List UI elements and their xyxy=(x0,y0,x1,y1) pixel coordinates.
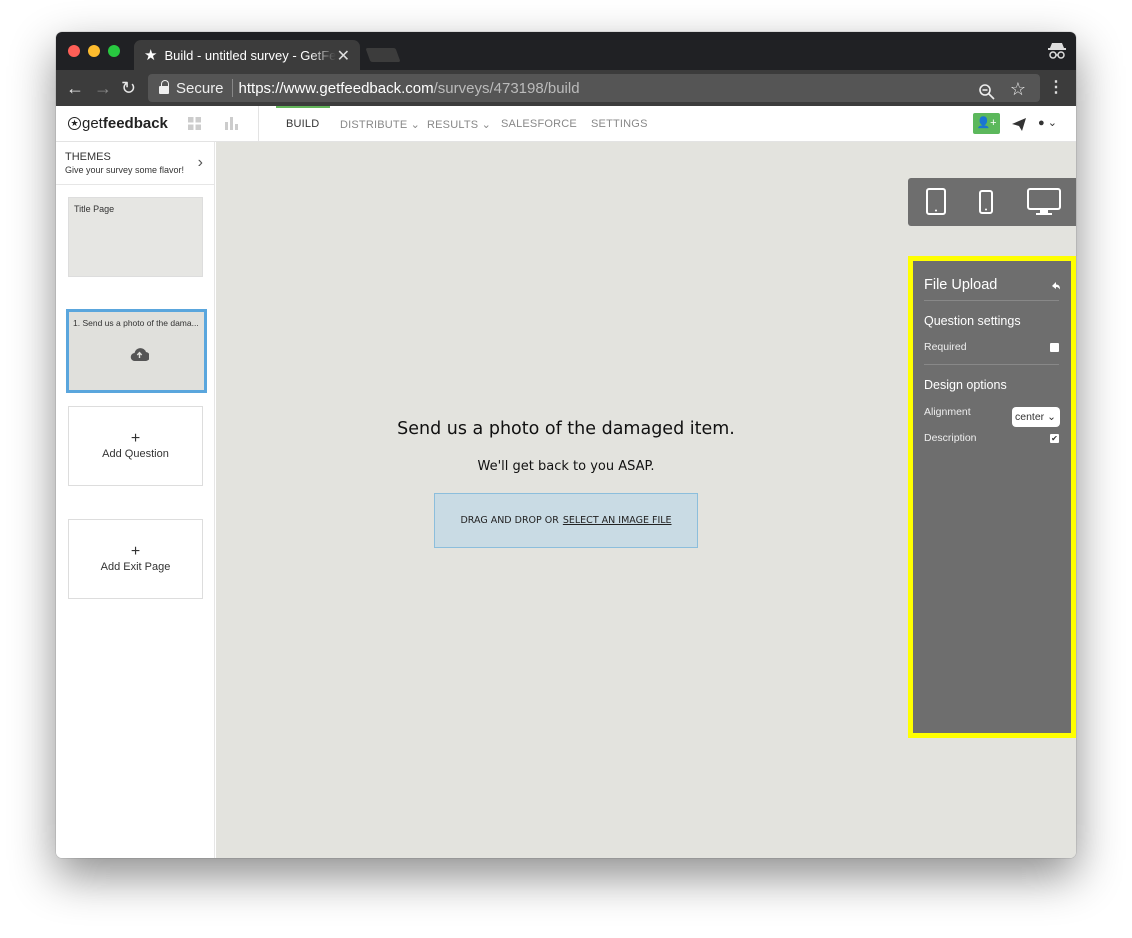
nav-distribute-label: DISTRIBUTE xyxy=(340,119,408,131)
question-settings-heading: Question settings xyxy=(924,314,1021,328)
top-nav: ★ get feedback BUILD DISTRIBUTE ⌄ RESULTS … xyxy=(56,106,1076,142)
nav-divider xyxy=(258,106,259,142)
chevron-down-icon: ⌄ xyxy=(410,119,421,131)
chevron-down-icon: ⌄ xyxy=(1047,117,1057,129)
send-icon[interactable] xyxy=(1011,116,1027,132)
divider xyxy=(924,300,1059,301)
add-user-button[interactable]: 👤+ xyxy=(973,113,1000,134)
nav-distribute[interactable]: DISTRIBUTE ⌄ xyxy=(340,118,420,131)
alignment-value: center xyxy=(1015,411,1045,423)
description-label: Description xyxy=(924,432,977,444)
logo-prefix: get xyxy=(82,115,103,132)
themes-title: THEMES xyxy=(65,151,111,163)
incognito-icon xyxy=(1048,43,1066,59)
back-arrow-icon[interactable] xyxy=(1051,281,1061,291)
divider xyxy=(924,364,1059,365)
getfeedback-logo[interactable]: ★ get feedback xyxy=(68,115,168,132)
file-drop-zone[interactable]: DRAG AND DROP OR SELECT AN IMAGE FILE xyxy=(434,493,698,548)
alignment-select[interactable]: center ⌄ xyxy=(1012,407,1060,427)
reload-icon[interactable]: ↻ xyxy=(121,79,136,97)
nav-salesforce[interactable]: SALESFORCE xyxy=(501,118,577,130)
add-exit-page-label: Add Exit Page xyxy=(100,561,171,573)
question-card-1[interactable]: 1. Send us a photo of the dama... xyxy=(66,309,207,393)
user-icon: ● xyxy=(1038,117,1045,129)
design-options-heading: Design options xyxy=(924,378,1007,392)
lock-icon xyxy=(159,80,169,94)
tab-bar: ★ Build - untitled survey - GetFeedback … xyxy=(56,32,1076,70)
close-tab-icon[interactable]: ✕ xyxy=(337,46,350,66)
panel-title: File Upload xyxy=(924,277,998,293)
nav-settings[interactable]: SETTINGS xyxy=(591,118,648,130)
nav-results-label: RESULTS xyxy=(427,119,479,131)
add-user-icon: 👤+ xyxy=(976,117,997,129)
question-description[interactable]: We'll get back to you ASAP. xyxy=(216,459,916,474)
title-page-card[interactable]: Title Page xyxy=(68,197,203,277)
browser-window: ★ Build - untitled survey - GetFeedback … xyxy=(56,32,1076,858)
secure-label: Secure xyxy=(176,79,224,97)
required-label: Required xyxy=(924,341,967,353)
logo-bold: feedback xyxy=(102,115,168,132)
device-preview-bar xyxy=(908,178,1076,226)
url-path: /surveys/473198/build xyxy=(433,79,580,97)
bar-chart-icon[interactable] xyxy=(225,117,238,130)
address-bar-row: ← → ↻ Secure https://www.getfeedback.com… xyxy=(56,70,1076,106)
cloud-upload-icon xyxy=(130,348,149,361)
zoom-icon[interactable] xyxy=(978,83,996,101)
new-tab-button[interactable] xyxy=(365,48,401,62)
url-separator xyxy=(231,79,233,97)
add-question-label: Add Question xyxy=(102,448,169,460)
checkmark-icon: ✔ xyxy=(1051,434,1058,443)
url-field[interactable]: Secure https://www.getfeedback.com/surve… xyxy=(148,74,1040,102)
title-page-label: Title Page xyxy=(74,204,115,214)
forward-arrow-icon[interactable]: → xyxy=(94,79,112,97)
question-title[interactable]: Send us a photo of the damaged item. xyxy=(216,419,916,439)
select-image-link[interactable]: SELECT AN IMAGE FILE xyxy=(563,515,672,526)
close-window-button[interactable] xyxy=(68,45,80,57)
sidebar: THEMES Give your survey some flavor! › T… xyxy=(56,142,215,858)
grid-icon[interactable] xyxy=(188,117,201,130)
themes-link[interactable]: THEMES Give your survey some flavor! › xyxy=(56,142,215,185)
maximize-window-button[interactable] xyxy=(108,45,120,57)
user-menu[interactable]: ● ⌄ xyxy=(1038,116,1057,129)
desktop-icon[interactable] xyxy=(1027,188,1061,216)
app: ★ get feedback BUILD DISTRIBUTE ⌄ RESULTS … xyxy=(56,106,1076,858)
back-arrow-icon[interactable]: ← xyxy=(66,79,84,97)
url-host: https://www.getfeedback.com xyxy=(238,79,434,97)
themes-subtitle: Give your survey some flavor! xyxy=(65,165,185,175)
alignment-label: Alignment xyxy=(924,406,971,418)
tablet-icon[interactable] xyxy=(926,188,946,215)
chevron-right-icon: › xyxy=(197,154,203,171)
chevron-down-icon: ⌄ xyxy=(1047,411,1056,423)
tab-title: Build - untitled survey - GetFeedback xyxy=(164,47,337,63)
phone-icon[interactable] xyxy=(979,190,993,214)
description-checkbox[interactable]: ✔ xyxy=(1050,434,1059,443)
nav-results[interactable]: RESULTS ⌄ xyxy=(427,118,491,131)
logo-star-icon: ★ xyxy=(68,117,81,130)
minimize-window-button[interactable] xyxy=(88,45,100,57)
nav-build[interactable]: BUILD xyxy=(286,118,319,130)
browser-menu-icon[interactable]: ⋮ xyxy=(1048,79,1064,97)
bookmark-star-icon[interactable]: ☆ xyxy=(1010,79,1026,100)
active-tab-indicator xyxy=(276,106,330,108)
star-favicon-icon: ★ xyxy=(144,47,158,64)
browser-tab[interactable]: ★ Build - untitled survey - GetFeedback … xyxy=(134,40,360,70)
question-card-label: 1. Send us a photo of the dama... xyxy=(73,318,199,328)
required-checkbox[interactable] xyxy=(1050,343,1059,352)
add-exit-page-button[interactable]: + Add Exit Page xyxy=(68,519,203,599)
plus-icon: + xyxy=(130,430,141,447)
file-upload-settings-panel: File Upload Question settings Required D… xyxy=(908,256,1076,738)
chevron-down-icon: ⌄ xyxy=(481,119,492,131)
drop-text: DRAG AND DROP OR xyxy=(460,515,559,526)
add-question-button[interactable]: + Add Question xyxy=(68,406,203,486)
plus-icon: + xyxy=(130,543,141,560)
